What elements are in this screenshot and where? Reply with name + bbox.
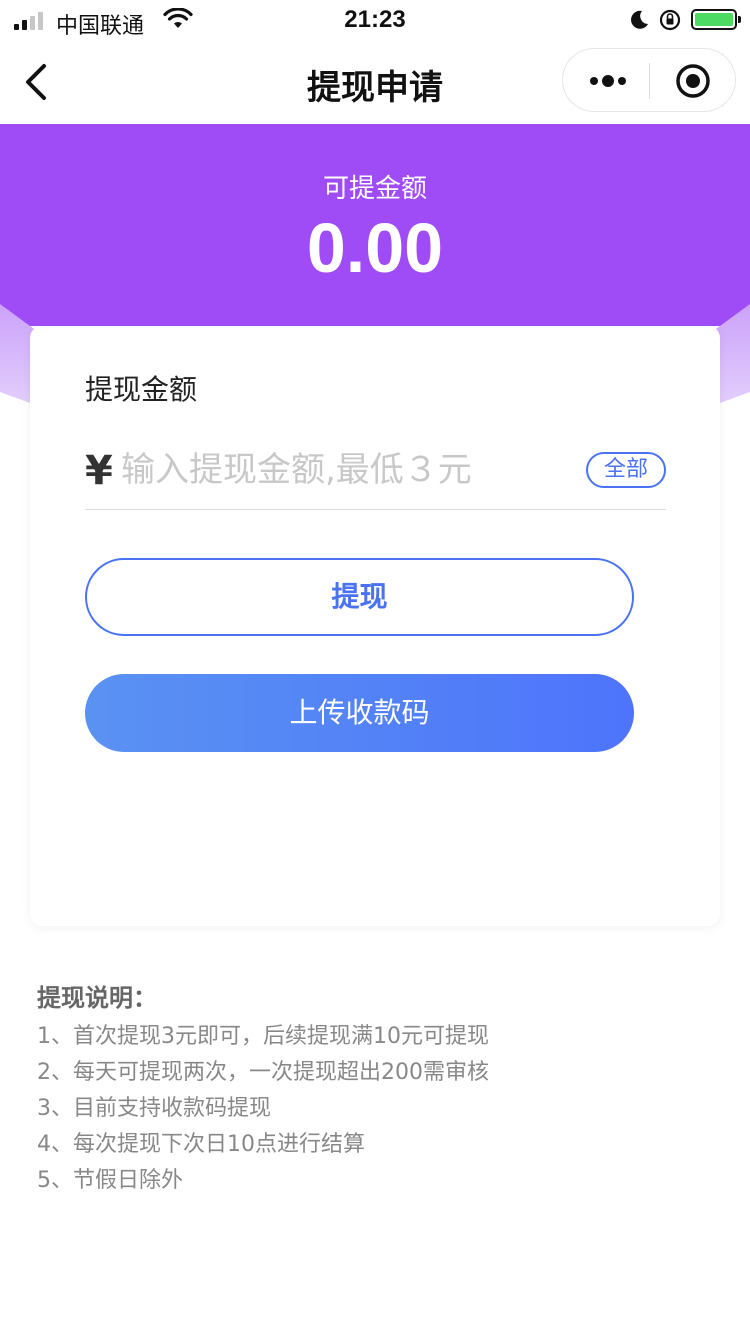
orientation-lock-icon xyxy=(658,8,682,37)
status-bar: 中国联通 21:23 xyxy=(0,0,750,40)
available-amount-value: 0.00 xyxy=(306,209,444,287)
target-icon[interactable] xyxy=(675,63,711,103)
notes-item: 1、首次提现3元即可，后续提现满10元可提现 xyxy=(37,1024,489,1049)
available-amount-label: 可提金额 xyxy=(322,174,427,204)
notes-title: 提现说明： xyxy=(37,984,157,1012)
nav-bar: 提现申请 xyxy=(0,40,750,124)
withdraw-card: 提现金额 ¥ 全部 提现 上传收款码 xyxy=(30,326,720,926)
notes-item: 2、每天可提现两次，一次提现超出200需审核 xyxy=(37,1060,489,1085)
currency-symbol: ¥ xyxy=(85,448,113,494)
withdraw-button[interactable]: 提现 xyxy=(85,558,634,636)
withdraw-amount-title: 提现金额 xyxy=(85,373,198,406)
withdraw-all-button[interactable]: 全部 xyxy=(586,452,666,488)
withdraw-notes: 提现说明： 1、首次提现3元即可，后续提现满10元可提现 2、每天可提现两次，一… xyxy=(37,978,717,1199)
more-icon[interactable] xyxy=(589,73,629,92)
notes-item: 3、目前支持收款码提现 xyxy=(37,1096,271,1121)
amount-input-row: ¥ 全部 xyxy=(85,438,666,510)
capsule-divider xyxy=(649,63,650,99)
battery-icon xyxy=(691,9,741,30)
miniprogram-capsule xyxy=(562,48,736,112)
upload-payment-code-button[interactable]: 上传收款码 xyxy=(85,674,634,752)
moon-icon xyxy=(628,9,650,36)
amount-input[interactable] xyxy=(119,446,579,494)
notes-item: 4、每次提现下次日10点进行结算 xyxy=(37,1132,365,1157)
notes-item: 5、节假日除外 xyxy=(37,1168,183,1193)
